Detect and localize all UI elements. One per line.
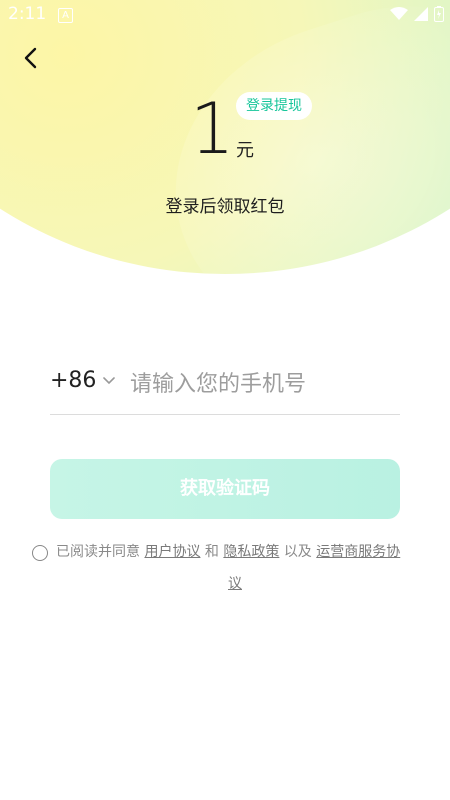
carrier-service-link[interactable]: 运营商服务协 [316, 544, 400, 560]
agreement-text-line1: 已阅读并同意 用户协议 和 隐私政策 以及 运营商服务协 [56, 536, 400, 568]
battery-icon [434, 6, 444, 22]
chevron-left-icon [24, 47, 37, 69]
status-a-badge: A [58, 8, 73, 23]
agreement-and: 和 [204, 544, 219, 560]
agreement-prefix: 已阅读并同意 [56, 544, 140, 560]
user-agreement-link[interactable]: 用户协议 [144, 544, 200, 560]
country-code-selector[interactable]: +86 [50, 368, 96, 393]
agree-radio[interactable] [32, 545, 48, 561]
chevron-down-icon[interactable] [102, 374, 116, 388]
status-icons [390, 6, 444, 22]
status-bar: 2:11 A [0, 0, 450, 30]
back-button[interactable] [18, 44, 46, 72]
agreement-as-well-as: 以及 [283, 544, 312, 560]
phone-row: +86 [50, 360, 400, 415]
phone-input[interactable] [130, 364, 398, 404]
withdraw-badge: 登录提现 [236, 92, 312, 120]
wifi-icon [390, 7, 408, 20]
reward-amount: 1 元 登录提现 [0, 92, 450, 172]
status-time: 2:11 [8, 4, 47, 24]
signal-icon [414, 7, 428, 21]
get-code-button[interactable]: 获取验证码 [50, 459, 400, 519]
hero-subtitle: 登录后领取红包 [165, 197, 285, 217]
privacy-policy-link[interactable]: 隐私政策 [223, 544, 279, 560]
carrier-service-link-cont[interactable]: 议 [228, 568, 242, 600]
amount-value: 1 [190, 88, 235, 170]
amount-unit: 元 [236, 140, 254, 161]
